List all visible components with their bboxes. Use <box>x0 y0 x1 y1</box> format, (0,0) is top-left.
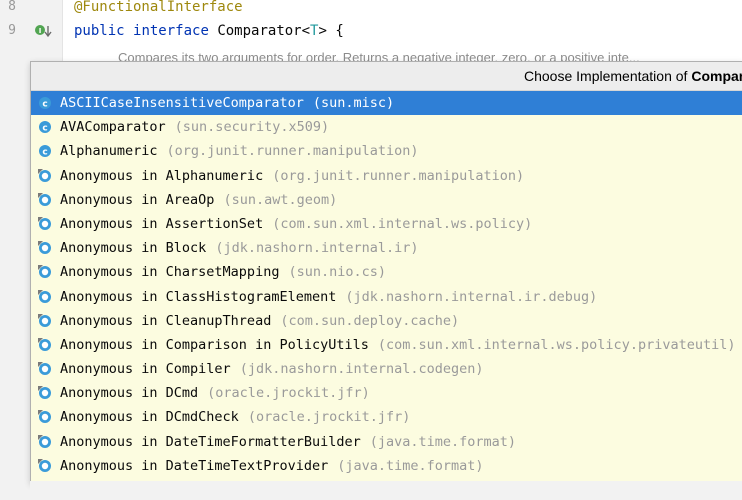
class-name: Anonymous in DCmd <box>60 385 199 402</box>
item-label: Anonymous in CleanupThread (com.sun.deplo… <box>60 309 459 333</box>
class-icon: c <box>39 145 51 158</box>
class-name: Alphanumeric <box>60 143 158 160</box>
class-name: Anonymous in ClassHistogramElement <box>60 288 337 305</box>
interface-declaration: public interface Comparator<T> { <box>74 23 344 39</box>
package-name: (sun.nio.cs) <box>288 264 386 281</box>
anonymous-class-icon <box>38 434 51 448</box>
anonymous-class-icon <box>38 241 51 255</box>
item-label: Anonymous in AreaOp (sun.awt.geom) <box>60 188 337 212</box>
package-name: (org.junit.runner.manipulation) <box>272 167 525 184</box>
anonymous-class-icon <box>38 216 51 230</box>
class-name: AVAComparator <box>60 119 166 136</box>
item-label: Anonymous in Block (jdk.nashorn.internal.… <box>60 236 419 260</box>
implementation-item[interactable]: c Alphanumeric (org.junit.runner.manipulat… <box>31 139 742 163</box>
anonymous-class-icon <box>38 337 51 351</box>
package-name: (com.sun.xml.internal.ws.policy) <box>272 215 533 232</box>
annotation-text: @FunctionalInterface <box>74 0 243 15</box>
package-name: (org.junit.runner.manipulation) <box>166 143 419 160</box>
implementation-item[interactable]: Anonymous in Alphanumeric (org.junit.runn… <box>31 164 742 188</box>
package-name: (com.sun.xml.internal.ws.policy.privateu… <box>377 336 736 353</box>
class-name: Anonymous in Comparison in PolicyUtils <box>60 336 369 353</box>
code-line-9[interactable]: 9 public interface Comparator<T> { <box>0 19 742 43</box>
svg-text:I: I <box>39 27 42 35</box>
class-icon: c <box>39 121 51 134</box>
item-label: Anonymous in AssertionSet (com.sun.xml.in… <box>60 212 532 236</box>
implementation-item[interactable]: Anonymous in AreaOp (sun.awt.geom) <box>31 188 742 212</box>
class-icon: c <box>39 97 51 110</box>
anonymous-class-icon <box>38 289 51 303</box>
class-name: Anonymous in Compiler <box>60 361 231 378</box>
implemented-interface-gutter-icon[interactable]: I <box>34 24 56 38</box>
line-number: 9 <box>8 23 16 38</box>
implementation-item[interactable]: Anonymous in CleanupThread (com.sun.deplo… <box>31 309 742 333</box>
anonymous-class-icon <box>38 265 51 279</box>
anonymous-class-icon <box>38 168 51 182</box>
implementation-item[interactable]: Anonymous in DCmdCheck (oracle.jrockit.jf… <box>31 405 742 429</box>
choose-implementation-popup[interactable]: Choose Implementation of Compar c ASCIICa… <box>30 61 742 483</box>
line-number: 8 <box>8 0 16 14</box>
package-name: (sun.security.x509) <box>174 119 330 136</box>
anonymous-class-icon <box>38 410 51 424</box>
popup-bottom-edge <box>30 481 742 500</box>
item-label: Anonymous in Alphanumeric (org.junit.runn… <box>60 164 524 188</box>
package-name: (java.time.format) <box>337 457 484 474</box>
implementation-item[interactable]: Anonymous in DateTimeFormatterBuilder (ja… <box>31 430 742 454</box>
item-label: Anonymous in DateTimeTextProvider (java.t… <box>60 454 484 478</box>
implementation-item[interactable]: c AVAComparator (sun.security.x509) <box>31 115 742 139</box>
package-name: (oracle.jrockit.jfr) <box>207 385 370 402</box>
package-name: (jdk.nashorn.internal.ir.debug) <box>345 288 598 305</box>
implementation-item[interactable]: Anonymous in DCmd (oracle.jrockit.jfr) <box>31 381 742 405</box>
package-name: (java.time.format) <box>369 433 517 450</box>
implementation-item[interactable]: c ASCIICaseInsensitiveComparator (sun.misc… <box>31 91 742 116</box>
class-name: Anonymous in CleanupThread <box>60 312 272 329</box>
svg-text:c: c <box>42 124 47 134</box>
item-label: Anonymous in DCmdCheck (oracle.jrockit.jf… <box>60 405 410 429</box>
class-name: Anonymous in CharsetMapping <box>60 264 280 281</box>
package-name: (jdk.nashorn.internal.ir) <box>215 240 419 257</box>
popup-header: Choose Implementation of Compar <box>31 62 742 91</box>
package-name: (com.sun.deploy.cache) <box>280 312 460 329</box>
package-name: (sun.misc) <box>312 95 395 111</box>
item-label: Anonymous in CharsetMapping (sun.nio.cs) <box>60 260 386 284</box>
item-label: AVAComparator (sun.security.x509) <box>60 115 329 139</box>
implementation-item[interactable]: Anonymous in DateTimeTextProvider (java.t… <box>31 454 742 478</box>
package-name: (sun.awt.geom) <box>223 191 338 208</box>
implementation-item[interactable]: Anonymous in CharsetMapping (sun.nio.cs) <box>31 260 742 284</box>
implementation-item[interactable]: Anonymous in Block (jdk.nashorn.internal.… <box>31 236 742 260</box>
implementation-list[interactable]: c ASCIICaseInsensitiveComparator (sun.misc… <box>31 91 742 478</box>
item-label: Anonymous in Compiler (jdk.nashorn.intern… <box>60 357 484 381</box>
class-name: Anonymous in DateTimeTextProvider <box>60 457 329 474</box>
class-name: ASCIICaseInsensitiveComparator <box>60 95 304 111</box>
class-name: Anonymous in Block <box>60 240 207 257</box>
item-label: Anonymous in DateTimeFormatterBuilder (ja… <box>60 430 516 454</box>
popup-title: Choose Implementation of Compar <box>524 68 742 84</box>
item-label: Anonymous in DCmd (oracle.jrockit.jfr) <box>60 381 370 405</box>
code-line-8[interactable]: 8 @FunctionalInterface <box>0 0 742 19</box>
package-name: (oracle.jrockit.jfr) <box>247 409 411 426</box>
class-name: Anonymous in AssertionSet <box>60 215 264 232</box>
svg-text:c: c <box>42 148 47 158</box>
anonymous-class-icon <box>38 313 51 327</box>
implementation-item[interactable]: Anonymous in Comparison in PolicyUtils (c… <box>31 333 742 357</box>
class-name: Anonymous in AreaOp <box>60 191 215 208</box>
item-label: ASCIICaseInsensitiveComparator (sun.misc) <box>60 91 394 115</box>
anonymous-class-icon <box>38 458 51 472</box>
anonymous-class-icon <box>38 362 51 376</box>
class-name: Anonymous in Alphanumeric <box>60 167 264 184</box>
svg-text:c: c <box>42 100 47 110</box>
anonymous-class-icon <box>38 192 51 206</box>
item-label: Anonymous in ClassHistogramElement (jdk.n… <box>60 285 597 309</box>
package-name: (jdk.nashorn.internal.codegen) <box>239 361 484 378</box>
class-name: Anonymous in DateTimeFormatterBuilder <box>60 433 361 450</box>
implementation-item[interactable]: Anonymous in Compiler (jdk.nashorn.intern… <box>31 357 742 381</box>
implementation-item[interactable]: Anonymous in ClassHistogramElement (jdk.n… <box>31 285 742 309</box>
item-label: Anonymous in Comparison in PolicyUtils (c… <box>60 333 735 357</box>
implementation-item[interactable]: Anonymous in AssertionSet (com.sun.xml.in… <box>31 212 742 236</box>
anonymous-class-icon <box>38 386 51 400</box>
class-name: Anonymous in DCmdCheck <box>60 409 239 426</box>
item-label: Alphanumeric (org.junit.runner.manipulati… <box>60 139 419 163</box>
